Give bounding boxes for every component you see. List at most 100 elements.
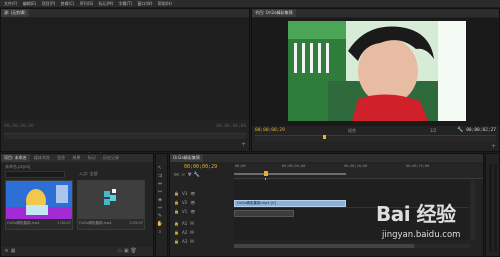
selection-tool-icon[interactable]: ↖ xyxy=(156,164,164,172)
pen-tool-icon[interactable]: ✎ xyxy=(156,212,164,220)
track-header-a3: 🔒 A3 M xyxy=(174,228,197,244)
project-item-name: Ori2o精彩集锦.mp4 xyxy=(7,221,40,225)
tab-source[interactable]: 源: (无剪辑) xyxy=(1,9,29,17)
program-add-icon[interactable]: + xyxy=(491,143,496,150)
ruler-label: 00;00;15;00 xyxy=(406,164,430,168)
tab-history[interactable]: 历史记录 xyxy=(100,154,122,162)
menu-help[interactable]: 帮助(H) xyxy=(158,0,172,7)
project-item-name: Ori2o精彩集锦.mp4 xyxy=(79,221,112,225)
source-monitor: 源: (无剪辑) 00;00;00;00 00;00;00;00 { } ◀ ▶… xyxy=(0,8,250,158)
ruler-label: 00;00 xyxy=(235,164,246,168)
add-marker-icon[interactable]: ▼ xyxy=(187,173,192,178)
video-frame xyxy=(288,21,466,121)
track-header-v2: 🔒 V2 👁 xyxy=(174,189,198,205)
menu-marker[interactable]: 标记(M) xyxy=(99,0,114,7)
tab-program[interactable]: 节目: Ori2o精彩集锦 xyxy=(252,9,296,17)
zoom-tool-icon[interactable]: ⌕ xyxy=(156,228,164,236)
timeline-tab-row: Ori2o精彩集锦 xyxy=(170,154,483,162)
menu-clip[interactable]: 剪辑(C) xyxy=(60,0,74,7)
clip-label: Ori2o精彩集锦.mp4 [V] xyxy=(237,201,276,205)
tab-info[interactable]: 信息 xyxy=(54,154,68,162)
program-monitor: 节目: Ori2o精彩集锦 00;00;00;29 适合 1/2 🔧 00;00… xyxy=(251,8,500,160)
track-mute-icon[interactable]: M xyxy=(190,238,193,246)
program-playhead-icon[interactable] xyxy=(323,135,326,139)
program-timecode-duration: 00;00;02;27 xyxy=(466,128,496,133)
tab-sequence[interactable]: Ori2o精彩集锦 xyxy=(170,154,203,162)
project-path: 未命名.prproj xyxy=(5,164,31,169)
project-item-duration: 1:30:07 xyxy=(57,221,72,225)
timeline-playhead-icon[interactable] xyxy=(264,171,268,176)
timeline-timecode: 00;00;00;29 xyxy=(184,164,218,170)
ruler-label: 00;00;10;00 xyxy=(344,164,368,168)
meter-bar-right xyxy=(494,164,497,252)
program-tab-row: 节目: Ori2o精彩集锦 xyxy=(252,9,499,17)
rate-stretch-tool-icon[interactable]: ↔ xyxy=(156,188,164,196)
project-item[interactable]: Ori2o精彩集锦.mp4 1:30:07 xyxy=(5,180,73,230)
ruler-label: 00;00;05;00 xyxy=(282,164,306,168)
snap-icon[interactable]: ⋈ xyxy=(174,173,179,178)
program-viewer xyxy=(252,18,499,126)
project-search-input[interactable] xyxy=(5,171,65,178)
timeline-ruler[interactable]: 00;00 00;00;05;00 00;00;10;00 00;00;15;0… xyxy=(234,164,483,179)
ripple-edit-tool-icon[interactable]: ⇹ xyxy=(156,180,164,188)
meter-bar-left xyxy=(489,164,492,252)
new-bin-icon[interactable]: ▭ xyxy=(117,249,122,254)
track-headers: 🔒 V3 👁 🔒 V2 👁 🔒 V1 👁 🔒 A1 M 🔒 A2 M 🔒 A3 M xyxy=(174,180,232,244)
tab-effects[interactable]: 效果 xyxy=(69,154,83,162)
work-area-bar[interactable] xyxy=(234,173,346,175)
watermark-url: jingyan.baidu.com xyxy=(382,230,461,240)
clip-thumbnail xyxy=(78,181,144,219)
source-transport-controls: { } ◀ ▶ ▶ ⊞ ⊟ ◉ xyxy=(41,141,221,158)
menu-file[interactable]: 文件(F) xyxy=(4,0,17,7)
new-item-icon[interactable]: ▣ xyxy=(124,249,129,254)
watermark: Bai 经验 jingyan.baidu.com xyxy=(376,196,488,248)
source-time-ruler[interactable] xyxy=(4,133,246,139)
source-timecode-left: 00;00;00;00 xyxy=(4,124,34,129)
track-header-a1: 🔒 A1 M xyxy=(174,210,197,226)
project-tab-row: 项目: 未命名 媒体浏览 信息 效果 标记 历史记录 xyxy=(1,154,153,162)
program-time-ruler[interactable] xyxy=(255,135,496,142)
source-timecode-right: 00;00;00;00 xyxy=(216,124,246,129)
program-timecode-current: 00;00;00;29 xyxy=(255,128,285,133)
track-header-v1: 🔒 V1 👁 xyxy=(174,198,198,214)
slip-tool-icon[interactable]: ⇔ xyxy=(156,204,164,212)
menu-window[interactable]: 窗口(W) xyxy=(137,0,152,7)
razor-tool-icon[interactable]: ◈ xyxy=(156,196,164,204)
track-header-a2: 🔒 A2 M xyxy=(174,219,197,235)
source-tab-row: 源: (无剪辑) xyxy=(1,9,249,17)
program-quality-select[interactable]: 1/2 xyxy=(430,128,436,133)
hand-tool-icon[interactable]: ✋ xyxy=(156,220,164,228)
audio-clip[interactable] xyxy=(234,210,294,217)
icon-view-icon[interactable]: ▦ xyxy=(11,249,16,254)
clip-thumbnail xyxy=(6,181,72,219)
project-entry-filter[interactable]: 入点: 全部 xyxy=(79,171,98,177)
menu-bar: 文件(F) 编辑(E) 项目(P) 剪辑(C) 序列(S) 标记(M) 字幕(T… xyxy=(0,0,500,7)
track-label: A3 xyxy=(181,239,188,244)
source-viewer xyxy=(1,18,249,120)
project-item-duration: 2:29:07 xyxy=(129,221,144,225)
menu-edit[interactable]: 编辑(E) xyxy=(23,0,37,7)
delete-icon[interactable]: 🗑 xyxy=(130,249,136,254)
linked-selection-icon[interactable]: ∞ xyxy=(181,173,186,178)
timeline-tool-row: ⋈ ∞ ▼ 🔧 xyxy=(174,172,200,178)
menu-title[interactable]: 字幕(T) xyxy=(118,0,132,7)
tab-project[interactable]: 项目: 未命名 xyxy=(1,154,30,162)
watermark-brand: Bai 经验 xyxy=(376,202,456,226)
source-add-icon[interactable]: + xyxy=(241,141,246,148)
tab-media-browser[interactable]: 媒体浏览 xyxy=(31,154,53,162)
project-panel: 项目: 未命名 媒体浏览 信息 效果 标记 历史记录 未命名.prproj 入点… xyxy=(0,153,154,257)
project-footer: ≡ ▦ ▭ ▣ 🗑 xyxy=(1,247,153,256)
project-item[interactable]: Ori2o精彩集锦.mp4 2:29:07 xyxy=(77,180,145,230)
program-fit-select[interactable]: 适合 xyxy=(348,128,356,134)
settings-icon[interactable]: 🔧 xyxy=(457,127,463,133)
track-lock-icon[interactable]: 🔒 xyxy=(174,238,179,246)
program-transport-controls: ▼ { } ⇤ ◀ ▶ ▶ ⇥ ⊞ ⊟ ◉ xyxy=(282,143,472,160)
track-select-tool-icon[interactable]: ⇉ xyxy=(156,172,164,180)
list-view-icon[interactable]: ≡ xyxy=(4,249,9,254)
menu-project[interactable]: 项目(P) xyxy=(42,0,56,7)
tab-markers[interactable]: 标记 xyxy=(85,154,99,162)
video-clip[interactable]: Ori2o精彩集锦.mp4 [V] xyxy=(234,200,346,207)
tools-panel: ↖ ⇉ ⇹ ↔ ◈ ⇔ ✎ ✋ ⌕ xyxy=(155,153,168,257)
menu-sequence[interactable]: 序列(S) xyxy=(80,0,94,7)
timeline-settings-icon[interactable]: 🔧 xyxy=(194,173,200,178)
